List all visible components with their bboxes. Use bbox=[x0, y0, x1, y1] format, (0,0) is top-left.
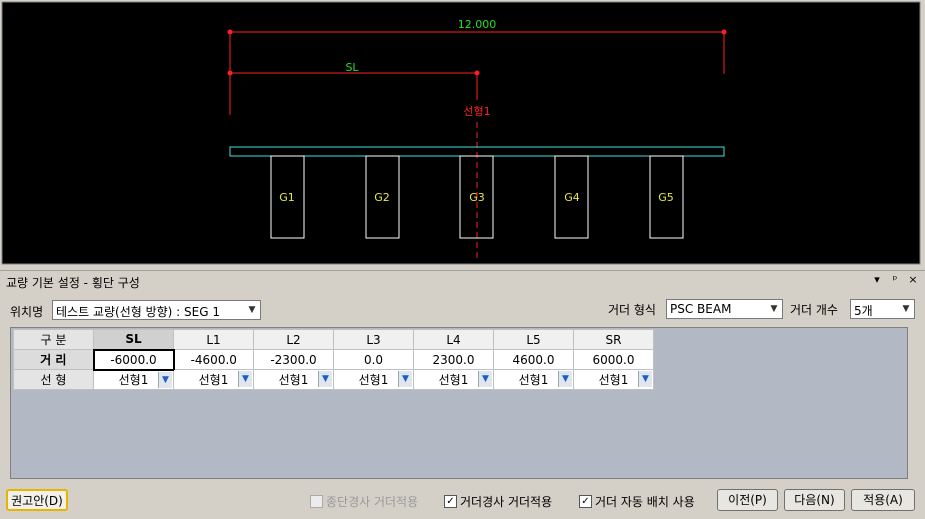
girder-label: G3 bbox=[469, 191, 485, 204]
distance-cell-l5[interactable]: 4600.0 bbox=[493, 349, 574, 370]
alignment-value: 선형1 bbox=[598, 373, 629, 387]
table-header-row: 구 분 SL L1 L2 L3 L4 L5 SR bbox=[13, 329, 654, 350]
chevron-down-icon[interactable]: ▼ bbox=[398, 371, 412, 387]
row-header-alignment: 선 형 bbox=[13, 369, 94, 390]
cross-section-grid[interactable]: 구 분 SL L1 L2 L3 L4 L5 SR 거 리 -6000.0 -46… bbox=[10, 327, 908, 479]
chk-girder-slope-label: 거더경사 거더적용 bbox=[460, 495, 553, 509]
checkbox-checked[interactable]: ✓ bbox=[444, 495, 457, 508]
col-header-l1[interactable]: L1 bbox=[173, 329, 254, 350]
distance-cell-l3[interactable]: 0.0 bbox=[333, 349, 414, 370]
girder-count-label: 거더 개수 bbox=[790, 303, 838, 317]
prev-button[interactable]: 이전(P) bbox=[717, 489, 778, 511]
advice-button[interactable]: 권고안(D) bbox=[6, 489, 68, 511]
dim-total-label: 12.000 bbox=[458, 18, 497, 31]
alignment-value: 선형1 bbox=[438, 373, 469, 387]
panel-title: 교량 기본 설정 - 횡단 구성 bbox=[6, 276, 140, 290]
alignment-dropdown-l1[interactable]: 선형1 ▼ bbox=[173, 369, 254, 390]
chevron-down-icon: ▼ bbox=[902, 304, 910, 314]
alignment-value: 선형1 bbox=[358, 373, 389, 387]
checkbox-checked[interactable]: ✓ bbox=[579, 495, 592, 508]
drawing-viewport[interactable]: 12.000 SL 선형1 G1 G2 G3 G4 G5 bbox=[0, 0, 925, 266]
dim-point bbox=[227, 70, 233, 76]
chevron-down-icon[interactable]: ▼ bbox=[478, 371, 492, 387]
alignment-value: 선형1 bbox=[198, 373, 229, 387]
girder-type-label: 거더 형식 bbox=[608, 303, 656, 317]
distance-cell-l1[interactable]: -4600.0 bbox=[173, 349, 254, 370]
alignment-dropdown-sr[interactable]: 선형1 ▼ bbox=[573, 369, 654, 390]
position-select[interactable]: 테스트 교량(선형 방향) : SEG 1 ▼ bbox=[52, 300, 261, 320]
alignment-dropdown-l5[interactable]: 선형1 ▼ bbox=[493, 369, 574, 390]
panel-title-bar: 교량 기본 설정 - 횡단 구성 ▾ ᵖ × bbox=[0, 270, 925, 292]
apply-button[interactable]: 적용(A) bbox=[851, 489, 915, 511]
distance-cell-sl[interactable]: -6000.0 bbox=[92, 348, 175, 371]
layout-table: 구 분 SL L1 L2 L3 L4 L5 SR 거 리 -6000.0 -46… bbox=[13, 329, 654, 390]
dim-point bbox=[721, 29, 727, 35]
checkbox-unchecked[interactable] bbox=[310, 495, 323, 508]
chevron-down-icon: ▼ bbox=[248, 305, 256, 315]
alignment-dropdown-l2[interactable]: 선형1 ▼ bbox=[253, 369, 334, 390]
distance-cell-l2[interactable]: -2300.0 bbox=[253, 349, 334, 370]
chevron-down-icon[interactable]: ▼ bbox=[318, 371, 332, 387]
alignment-value: 선형1 bbox=[278, 373, 309, 387]
close-icon[interactable]: × bbox=[907, 273, 919, 287]
panel-menu-icon[interactable]: ▾ bbox=[871, 273, 883, 287]
col-header-l3[interactable]: L3 bbox=[333, 329, 414, 350]
chevron-down-icon[interactable]: ▼ bbox=[638, 371, 652, 387]
dim-point bbox=[227, 29, 233, 35]
chk-auto-place[interactable]: ✓ 거더 자동 배치 사용 bbox=[579, 493, 695, 510]
chk-longitudinal-label: 종단경사 거더적용 bbox=[326, 495, 419, 509]
alignment-dropdown-l4[interactable]: 선형1 ▼ bbox=[413, 369, 494, 390]
girder-type-select[interactable]: PSC BEAM ▼ bbox=[666, 299, 783, 319]
girder-label: G2 bbox=[374, 191, 390, 204]
girder-count-value: 5개 bbox=[854, 304, 873, 318]
table-row-alignment: 선 형 선형1 ▼ 선형1 ▼ 선형1 ▼ 선형1 ▼ 선형1 ▼ 선형1 ▼ 선형1 ▼ bbox=[13, 369, 654, 390]
chevron-down-icon: ▼ bbox=[770, 304, 778, 314]
col-header-l5[interactable]: L5 bbox=[493, 329, 574, 350]
row-header-distance: 거 리 bbox=[13, 349, 94, 370]
dim-sl-label: SL bbox=[345, 61, 359, 74]
chevron-down-icon[interactable]: ▼ bbox=[558, 371, 572, 387]
chk-auto-place-label: 거더 자동 배치 사용 bbox=[595, 495, 695, 509]
alignment-dropdown-sl[interactable]: 선형1 ▼ bbox=[93, 369, 174, 390]
distance-cell-l4[interactable]: 2300.0 bbox=[413, 349, 494, 370]
chevron-down-icon[interactable]: ▼ bbox=[158, 371, 172, 388]
pin-icon[interactable]: ᵖ bbox=[889, 273, 901, 287]
col-header-l2[interactable]: L2 bbox=[253, 329, 334, 350]
col-header-l4[interactable]: L4 bbox=[413, 329, 494, 350]
table-row-distance: 거 리 -6000.0 -4600.0 -2300.0 0.0 2300.0 4… bbox=[13, 348, 654, 371]
col-header-sr[interactable]: SR bbox=[573, 329, 654, 350]
alignment-value: 선형1 bbox=[118, 373, 149, 388]
grid-corner: 구 분 bbox=[13, 329, 94, 350]
chk-longitudinal-slope[interactable]: 종단경사 거더적용 bbox=[310, 493, 418, 510]
girder-label: G4 bbox=[564, 191, 580, 204]
girder-label: G5 bbox=[658, 191, 674, 204]
alignment-dropdown-l3[interactable]: 선형1 ▼ bbox=[333, 369, 414, 390]
alignment-value: 선형1 bbox=[518, 373, 549, 387]
girder-type-value: PSC BEAM bbox=[670, 302, 732, 316]
girder-count-select[interactable]: 5개 ▼ bbox=[850, 299, 915, 319]
position-value: 테스트 교량(선형 방향) : SEG 1 bbox=[56, 305, 220, 319]
girder-label: G1 bbox=[279, 191, 295, 204]
distance-cell-sr[interactable]: 6000.0 bbox=[573, 349, 654, 370]
next-button[interactable]: 다음(N) bbox=[784, 489, 845, 511]
alignment-label: 선형1 bbox=[463, 105, 490, 118]
col-header-sl[interactable]: SL bbox=[93, 329, 174, 350]
position-label: 위치명 bbox=[10, 305, 44, 319]
chk-girder-slope[interactable]: ✓ 거더경사 거더적용 bbox=[444, 493, 552, 510]
chevron-down-icon[interactable]: ▼ bbox=[238, 371, 252, 387]
cross-section-drawing: 12.000 SL 선형1 G1 G2 G3 G4 G5 bbox=[1, 1, 921, 265]
